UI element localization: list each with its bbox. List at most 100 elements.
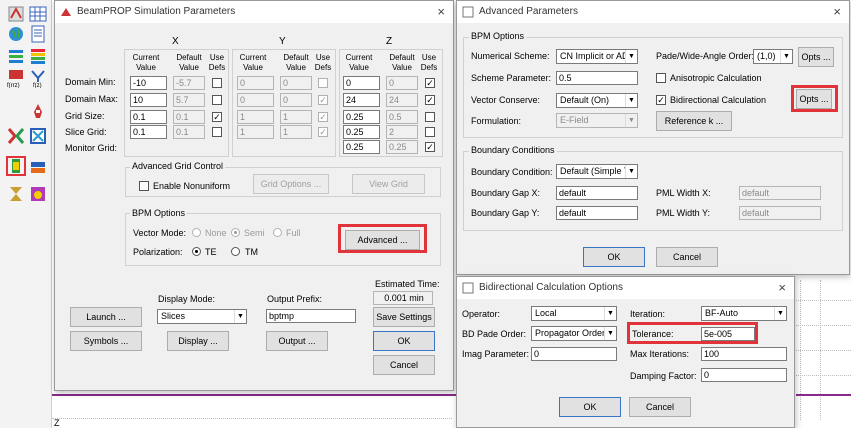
formulation-value: E-Field [560, 115, 589, 125]
dialog-title-bar: BeamPROP Simulation Parameters × [55, 1, 453, 23]
x-domain-max-use-default-checkbox[interactable] [212, 95, 222, 105]
x-slice-grid-input[interactable]: 0.1 [130, 125, 167, 139]
y-domain-min-use-default-checkbox [318, 78, 328, 88]
output-button[interactable]: Output ... [266, 331, 328, 351]
y-domain-max-default: 0 [280, 93, 312, 107]
document-icon[interactable] [28, 24, 48, 44]
max-iterations-input[interactable]: 100 [701, 347, 787, 361]
rsoft-cad-icon[interactable] [6, 4, 26, 24]
pade-options-button[interactable]: Opts ... [798, 47, 834, 67]
chevron-down-icon: ▼ [780, 50, 792, 63]
numerical-scheme-select[interactable]: CN Implicit or AD ▼ [556, 49, 638, 64]
rocket-icon[interactable] [28, 102, 48, 122]
save-settings-button[interactable]: Save Settings [373, 307, 435, 327]
spectrum-icon[interactable] [28, 158, 48, 178]
display-mode-select[interactable]: Slices ▼ [157, 309, 247, 324]
x-domain-min-use-default-checkbox[interactable] [212, 78, 222, 88]
view-grid-button[interactable]: View Grid [352, 174, 425, 194]
launch-button[interactable]: Launch ... [70, 307, 142, 327]
ok-button[interactable]: OK [373, 331, 435, 351]
output-prefix-input[interactable]: bptmp [266, 309, 356, 323]
bidirectional-checkbox[interactable]: ✓ [656, 95, 666, 105]
z-slice-grid-use-default-checkbox[interactable] [425, 127, 435, 137]
scheme-parameter-input[interactable]: 0.5 [556, 71, 638, 85]
enable-nonuniform-checkbox[interactable] [139, 181, 149, 191]
z-monitor-grid-input[interactable]: 0.25 [343, 140, 380, 154]
stack-icon[interactable] [28, 46, 48, 66]
damping-factor-input[interactable]: 0 [701, 368, 787, 382]
fxyz-icon[interactable]: f(rrz) [6, 68, 26, 89]
display-button[interactable]: Display ... [167, 331, 229, 351]
layers-icon[interactable] [6, 46, 26, 66]
domain-min-label: Domain Min: [65, 77, 116, 87]
polarization-tm-label: TM [245, 247, 258, 257]
estimated-time-label: Estimated Time: [375, 279, 440, 289]
coupler-icon[interactable] [6, 126, 26, 146]
vector-conserve-select[interactable]: Default (On) ▼ [556, 93, 638, 108]
mode-icon[interactable] [28, 184, 48, 204]
z-domain-max-input[interactable]: 24 [343, 93, 380, 107]
pade-order-select[interactable]: (1,0) ▼ [753, 49, 793, 64]
close-icon[interactable]: × [778, 277, 786, 299]
vector-full-label: Full [286, 228, 301, 238]
z-slice-grid-input[interactable]: 0.25 [343, 125, 380, 139]
anisotropic-label: Anisotropic Calculation [670, 73, 762, 83]
grid-options-button[interactable]: Grid Options ... [253, 174, 329, 194]
close-icon[interactable]: × [833, 1, 841, 23]
x-domain-min-input[interactable]: -10 [130, 76, 167, 90]
ok-button[interactable]: OK [583, 247, 645, 267]
x-domain-max-input[interactable]: 10 [130, 93, 167, 107]
imag-parameter-input[interactable]: 0 [531, 347, 617, 361]
reference-k-button[interactable]: Reference k ... [656, 111, 732, 131]
z-domain-min-input[interactable]: 0 [343, 76, 380, 90]
domain-max-label: Domain Max: [65, 94, 119, 104]
z-grid-size-use-default-checkbox[interactable] [425, 112, 435, 122]
polarization-te-radio[interactable] [192, 247, 201, 256]
y-slice-grid-default: 1 [280, 125, 312, 139]
close-icon[interactable]: × [437, 1, 445, 23]
hourglass-icon[interactable] [6, 184, 26, 204]
ok-button[interactable]: OK [559, 397, 621, 417]
boundary-gap-x-input[interactable]: default [556, 186, 638, 200]
y-current-header: Current Value [239, 53, 267, 72]
z-monitor-grid-use-default-checkbox[interactable]: ✓ [425, 142, 435, 152]
cancel-button[interactable]: Cancel [629, 397, 691, 417]
vector-semi-label: Semi [244, 228, 265, 238]
y-domain-max-input: 0 [237, 93, 274, 107]
left-toolbar: f(rrz) f(z) [0, 0, 52, 428]
bd-pade-order-select[interactable]: Propagator Order ▼ [531, 326, 617, 341]
chevron-down-icon: ▼ [774, 307, 786, 320]
output-prefix-label: Output Prefix: [267, 294, 323, 304]
canvas-grid-line [796, 350, 851, 351]
anisotropic-checkbox[interactable] [656, 73, 666, 83]
chevron-down-icon: ▼ [625, 114, 637, 127]
cancel-button[interactable]: Cancel [656, 247, 718, 267]
vector-conserve-value: Default (On) [560, 95, 610, 105]
crosshair-box-icon[interactable] [28, 126, 48, 146]
boundary-gap-y-input[interactable]: default [556, 206, 638, 220]
operator-select[interactable]: Local ▼ [531, 306, 617, 321]
z-grid-size-input[interactable]: 0.25 [343, 110, 380, 124]
vector-semi-radio [231, 228, 240, 237]
bd-pade-order-label: BD Pade Order: [462, 329, 527, 339]
polarization-tm-radio[interactable] [231, 247, 240, 256]
x-axis-header: X [172, 36, 179, 47]
fz-icon[interactable]: f(z) [28, 68, 48, 89]
numerical-scheme-value: CN Implicit or AD [560, 51, 629, 61]
globe-icon[interactable] [6, 24, 26, 44]
x-slice-grid-use-default-checkbox[interactable] [212, 127, 222, 137]
cancel-button[interactable]: Cancel [373, 355, 435, 375]
beamprop-icon[interactable] [6, 156, 26, 176]
grid-icon[interactable] [28, 4, 48, 24]
boundary-condition-select[interactable]: Default (Simple T ▼ [556, 164, 638, 179]
x-grid-size-input[interactable]: 0.1 [130, 110, 167, 124]
symbols-button[interactable]: Symbols ... [70, 331, 142, 351]
y-domain-max-use-default-checkbox: ✓ [318, 95, 328, 105]
z-domain-min-use-default-checkbox[interactable]: ✓ [425, 78, 435, 88]
dialog-title: BeamPROP Simulation Parameters [77, 6, 236, 17]
z-domain-max-use-default-checkbox[interactable]: ✓ [425, 95, 435, 105]
imag-parameter-label: Imag Parameter: [462, 349, 530, 359]
iteration-select[interactable]: BF-Auto ▼ [701, 306, 787, 321]
bidirectional-options-dialog: Bidirectional Calculation Options × Oper… [456, 276, 795, 428]
x-grid-size-use-default-checkbox[interactable]: ✓ [212, 112, 222, 122]
